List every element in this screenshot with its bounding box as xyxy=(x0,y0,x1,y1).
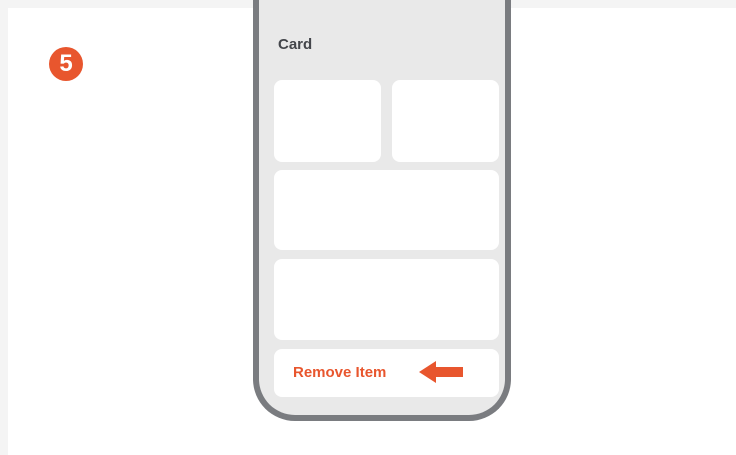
card-tile xyxy=(274,170,499,250)
remove-item-button[interactable]: Remove Item xyxy=(274,349,499,397)
card-tile xyxy=(274,80,381,162)
left-arrow-icon xyxy=(419,361,463,383)
phone-mockup: Card Remove Item xyxy=(253,0,511,421)
illustration-frame: 5 Card Remove Item xyxy=(8,0,736,455)
remove-item-label: Remove Item xyxy=(293,364,387,381)
card-tile xyxy=(274,259,499,340)
card-title: Card xyxy=(278,36,313,53)
card-tile xyxy=(392,80,499,162)
step-number-badge: 5 xyxy=(49,47,83,81)
